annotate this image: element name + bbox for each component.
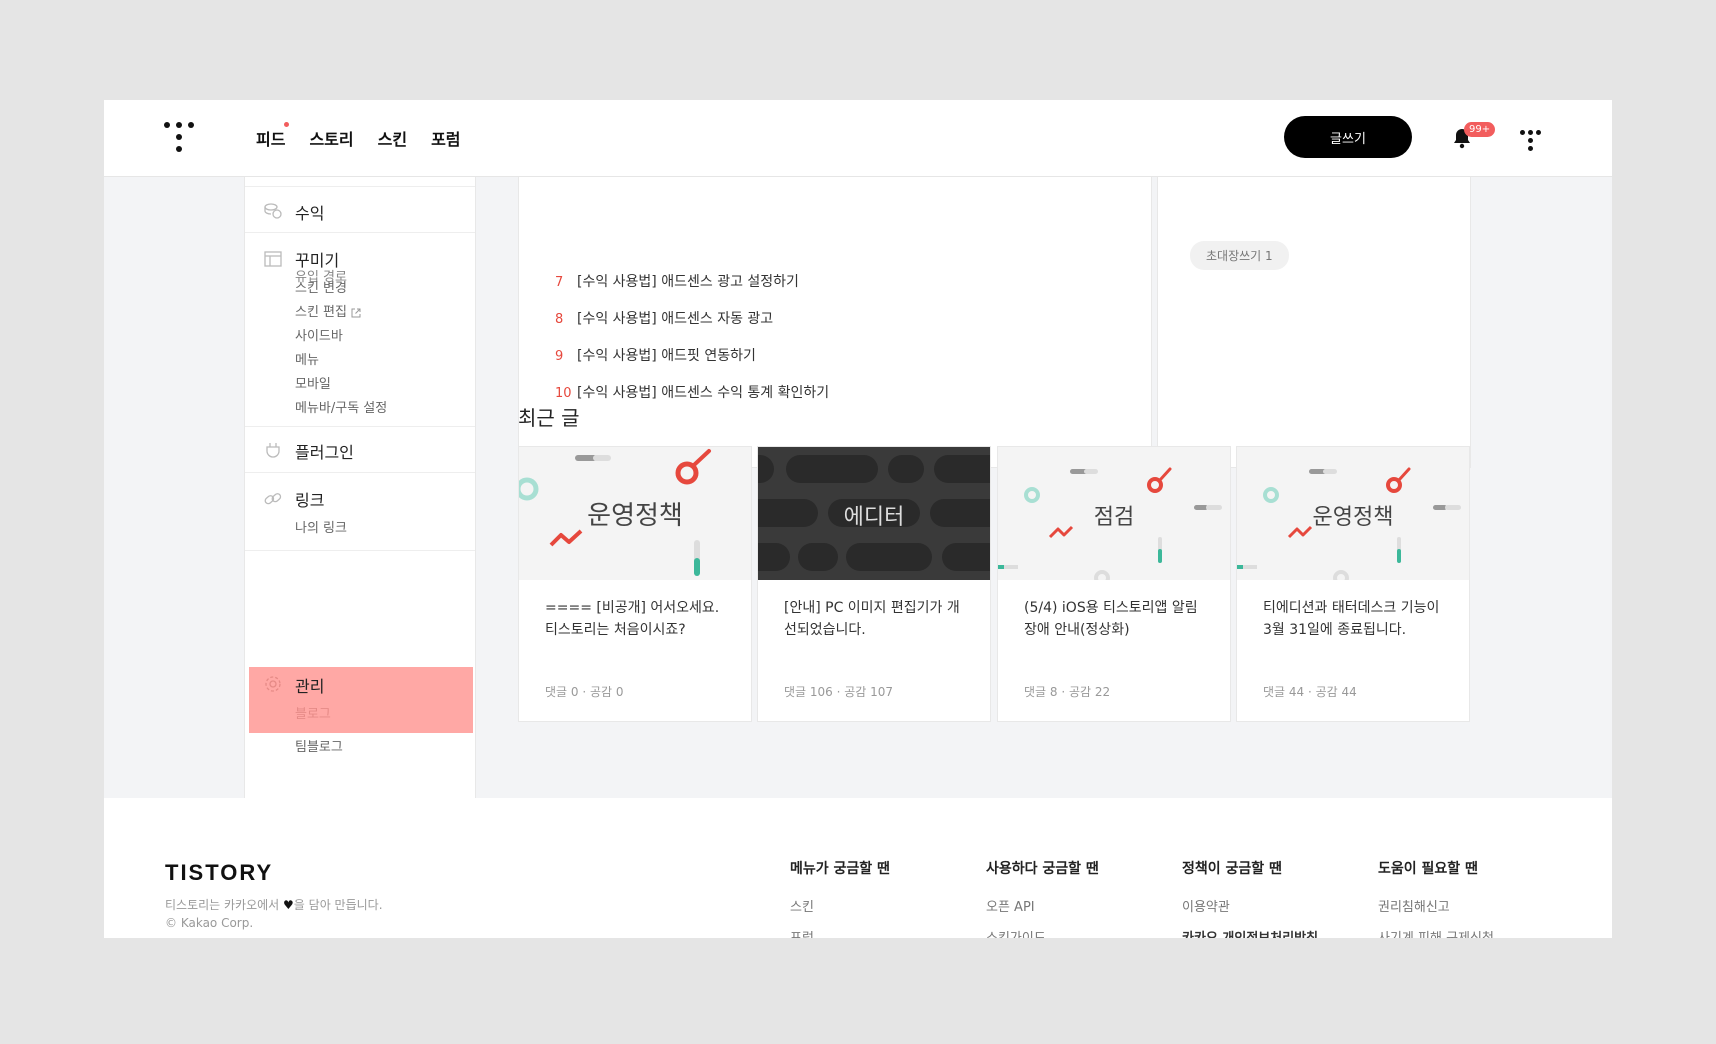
- plug-icon: [266, 443, 280, 458]
- footer-link[interactable]: 권리침해신고: [1378, 896, 1494, 915]
- sidebar-sub-skin-edit[interactable]: 스킨 편집: [295, 301, 361, 320]
- sidebar-group-manage: 관리 블로그: [245, 550, 475, 722]
- recent-post-card[interactable]: 운영정책 티에디션과 태터데스크 기능이 3월 31일에 종료됩니다. 댓글 4…: [1236, 446, 1470, 722]
- post-thumbnail: 점검: [998, 447, 1230, 580]
- invite-card: 초대장쓰기 1: [1157, 160, 1471, 468]
- post-title[interactable]: [안내] PC 이미지 편집기가 개선되었습니다.: [784, 597, 968, 641]
- recent-post-card[interactable]: 에디터 [안내] PC 이미지 편집기가 개선되었습니다. 댓글 106 · 공…: [757, 446, 991, 722]
- page-frame: 피드 스토리 스킨 포럼 글쓰기 99+ 유입 경로 수익 꾸미기 스킨 변경 …: [104, 100, 1612, 938]
- invite-chip[interactable]: 초대장쓰기 1: [1190, 241, 1289, 270]
- nav-forum[interactable]: 포럼: [431, 126, 460, 150]
- footer-column: 도움이 필요할 땐 권리침해신고 사기계 피해 구제신청: [1378, 858, 1494, 938]
- footer-column: 사용하다 궁금할 땐 오픈 API 스킨가이드: [986, 858, 1099, 938]
- footer-column: 메뉴가 궁금할 땐 스킨 포럼: [790, 858, 890, 938]
- footer-link[interactable]: 포럼: [790, 927, 890, 938]
- sidebar-item-revenue[interactable]: 수익: [295, 200, 324, 224]
- footer-logo[interactable]: TISTORY: [165, 860, 273, 886]
- top-header: 피드 스토리 스킨 포럼 글쓰기 99+: [104, 100, 1612, 177]
- post-meta: 댓글 106 · 공감 107: [784, 685, 894, 699]
- thumbnail-label: 운영정책: [1312, 505, 1394, 530]
- heart-icon: ♥: [283, 898, 294, 912]
- sidebar-group-link: 링크 나의 링크: [245, 472, 475, 551]
- coin-icon: [264, 203, 282, 219]
- recent-post-card[interactable]: 운영정책 ==== [비공개] 어서오세요. 티스토리는 처음이시죠? 댓글 0…: [518, 446, 752, 722]
- sidebar-item-decorate[interactable]: 꾸미기: [295, 247, 339, 271]
- nav-story[interactable]: 스토리: [309, 126, 353, 150]
- footer-link[interactable]: 사기계 피해 구제신청: [1378, 927, 1494, 938]
- popular-posts-card: 7 [수익 사용법] 애드센스 광고 설정하기 8 [수익 사용법] 애드센스 자동…: [518, 160, 1152, 468]
- footer-copyright: © Kakao Corp.: [165, 916, 254, 930]
- sidebar-group-revenue: 수익: [245, 186, 475, 233]
- external-link-icon: [351, 308, 361, 317]
- new-dot-icon: [284, 122, 290, 127]
- sidebar-sub-mobile[interactable]: 모바일: [295, 373, 331, 392]
- sidebar-sub-team-blog[interactable]: 팀블로그: [295, 736, 343, 755]
- sidebar-sub-sidebar[interactable]: 사이드바: [295, 325, 343, 344]
- site-footer: TISTORY 티스토리는 카카오에서 ♥을 담아 만듭니다. © Kakao …: [104, 798, 1612, 938]
- footer-column-title: 도움이 필요할 땐: [1378, 861, 1478, 877]
- sidebar-group-plugin: 플러그인: [245, 426, 475, 473]
- sidebar-item-manage[interactable]: 관리: [295, 673, 324, 697]
- footer-link[interactable]: 스킨가이드: [986, 927, 1099, 938]
- sidebar-item-plugin[interactable]: 플러그인: [295, 439, 354, 463]
- thumbnail-label: 에디터: [843, 505, 905, 530]
- post-thumbnail: 운영정책: [519, 447, 751, 580]
- sidebar-sub-skin-change[interactable]: 스킨 변경: [295, 277, 347, 296]
- write-button[interactable]: 글쓰기: [1284, 116, 1412, 158]
- popular-post-row[interactable]: 7 [수익 사용법] 애드센스 광고 설정하기: [555, 271, 799, 291]
- sidebar-sub-blog[interactable]: 블로그: [295, 703, 331, 722]
- footer-link[interactable]: 이용약관: [1182, 896, 1318, 915]
- link-icon: [264, 493, 282, 505]
- popular-post-row[interactable]: 8 [수익 사용법] 애드센스 자동 광고: [555, 308, 773, 328]
- footer-link[interactable]: 오픈 API: [986, 896, 1099, 915]
- post-meta: 댓글 44 · 공감 44: [1263, 685, 1357, 699]
- sidebar-sub-menu[interactable]: 메뉴: [295, 349, 319, 368]
- profile-menu-icon[interactable]: [1520, 128, 1542, 151]
- post-thumbnail: 에디터: [758, 447, 990, 580]
- post-thumbnail: 운영정책: [1237, 447, 1469, 580]
- tistory-logo-icon[interactable]: [164, 122, 194, 152]
- gear-icon: [265, 676, 281, 692]
- footer-description: 티스토리는 카카오에서 ♥을 담아 만듭니다.: [165, 898, 383, 912]
- sidebar-group-decorate: 꾸미기 스킨 변경 스킨 편집 사이드바 메뉴 모바일 메뉴바/구독 설정: [245, 232, 475, 427]
- post-meta: 댓글 8 · 공감 22: [1024, 685, 1111, 699]
- thumbnail-label: 운영정책: [587, 501, 683, 531]
- nav-feed[interactable]: 피드: [256, 122, 290, 150]
- post-meta: 댓글 0 · 공감 0: [545, 685, 624, 699]
- thumbnail-label: 점검: [1093, 505, 1135, 530]
- layout-icon: [264, 251, 282, 267]
- footer-column: 정책이 궁금할 땐 이용약관 카카오 개인정보처리방침: [1182, 858, 1318, 938]
- popular-post-row[interactable]: 9 [수익 사용법] 애드핏 연동하기: [555, 345, 756, 365]
- post-title[interactable]: 티에디션과 태터데스크 기능이 3월 31일에 종료됩니다.: [1263, 597, 1447, 641]
- sidebar-sub-my-link[interactable]: 나의 링크: [295, 517, 347, 536]
- global-nav: 피드 스토리 스킨 포럼: [256, 100, 461, 176]
- footer-column-title: 사용하다 궁금할 땐: [986, 861, 1099, 877]
- post-title[interactable]: (5/4) iOS용 티스토리앱 알림 장애 안내(정상화): [1024, 597, 1208, 641]
- popular-post-row[interactable]: 10 [수익 사용법] 애드센스 수익 통계 확인하기: [555, 382, 829, 402]
- sidebar-sub-menubar[interactable]: 메뉴바/구독 설정: [295, 397, 387, 416]
- footer-link[interactable]: 스킨: [790, 896, 890, 915]
- nav-skin[interactable]: 스킨: [378, 126, 407, 150]
- footer-column-title: 정책이 궁금할 땐: [1182, 861, 1282, 877]
- footer-link[interactable]: 카카오 개인정보처리방침: [1182, 927, 1318, 938]
- recent-posts-title: 최근 글: [518, 406, 580, 430]
- footer-column-title: 메뉴가 궁금할 땐: [790, 861, 890, 877]
- recent-post-card[interactable]: 점검 (5/4) iOS용 티스토리앱 알림 장애 안내(정상화) 댓글 8 ·…: [997, 446, 1231, 722]
- post-title[interactable]: ==== [비공개] 어서오세요. 티스토리는 처음이시죠?: [545, 597, 729, 641]
- admin-sidebar: 유입 경로 수익 꾸미기 스킨 변경 스킨 편집 사이드바 메뉴 모바일 메뉴바…: [244, 160, 476, 812]
- sidebar-item-link[interactable]: 링크: [295, 487, 324, 511]
- notification-badge: 99+: [1464, 122, 1496, 137]
